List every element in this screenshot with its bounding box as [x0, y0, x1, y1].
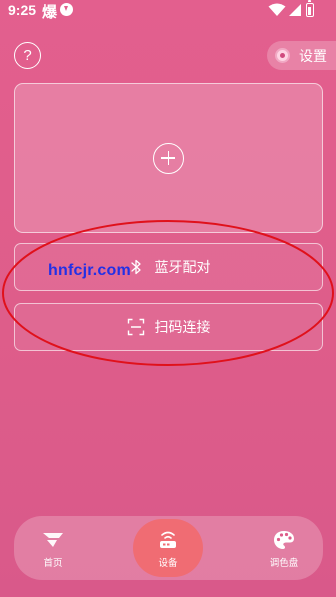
nav-item-palette[interactable]: 调色盘 — [262, 516, 306, 580]
scan-connect-label: 扫码连接 — [154, 320, 211, 336]
nav-label-device: 设备 — [158, 558, 178, 569]
bottom-nav: 首页 设备 调色盘 — [14, 516, 323, 580]
wifi-icon — [268, 3, 286, 16]
scan-icon — [127, 318, 144, 336]
nav-item-home[interactable]: 首页 — [32, 516, 74, 580]
status-time: 9:25 — [8, 2, 37, 18]
settings-icon — [275, 48, 290, 63]
router-icon — [160, 531, 176, 548]
status-app-glyph: 爆 — [42, 3, 58, 21]
status-bar: 9:25 爆 — [0, 0, 336, 24]
scan-connect-button[interactable]: 扫码连接 — [14, 303, 323, 351]
bluetooth-pair-label: 蓝牙配对 — [154, 260, 211, 276]
nav-item-device[interactable]: 设备 — [133, 516, 203, 580]
home-logo-icon — [43, 533, 63, 547]
battery-icon — [306, 0, 314, 17]
signal-icon — [289, 4, 301, 16]
settings-label: 设置 — [299, 48, 327, 65]
plus-circle-icon — [153, 142, 184, 174]
download-icon — [60, 3, 73, 16]
watermark-text: hnfcjr.com — [48, 262, 131, 279]
add-device-card[interactable] — [14, 83, 323, 233]
palette-icon — [274, 531, 294, 549]
nav-label-palette: 调色盘 — [269, 558, 299, 569]
help-button[interactable]: ? — [14, 42, 41, 69]
nav-label-home: 首页 — [43, 558, 63, 569]
settings-button[interactable]: 设置 — [267, 41, 336, 70]
